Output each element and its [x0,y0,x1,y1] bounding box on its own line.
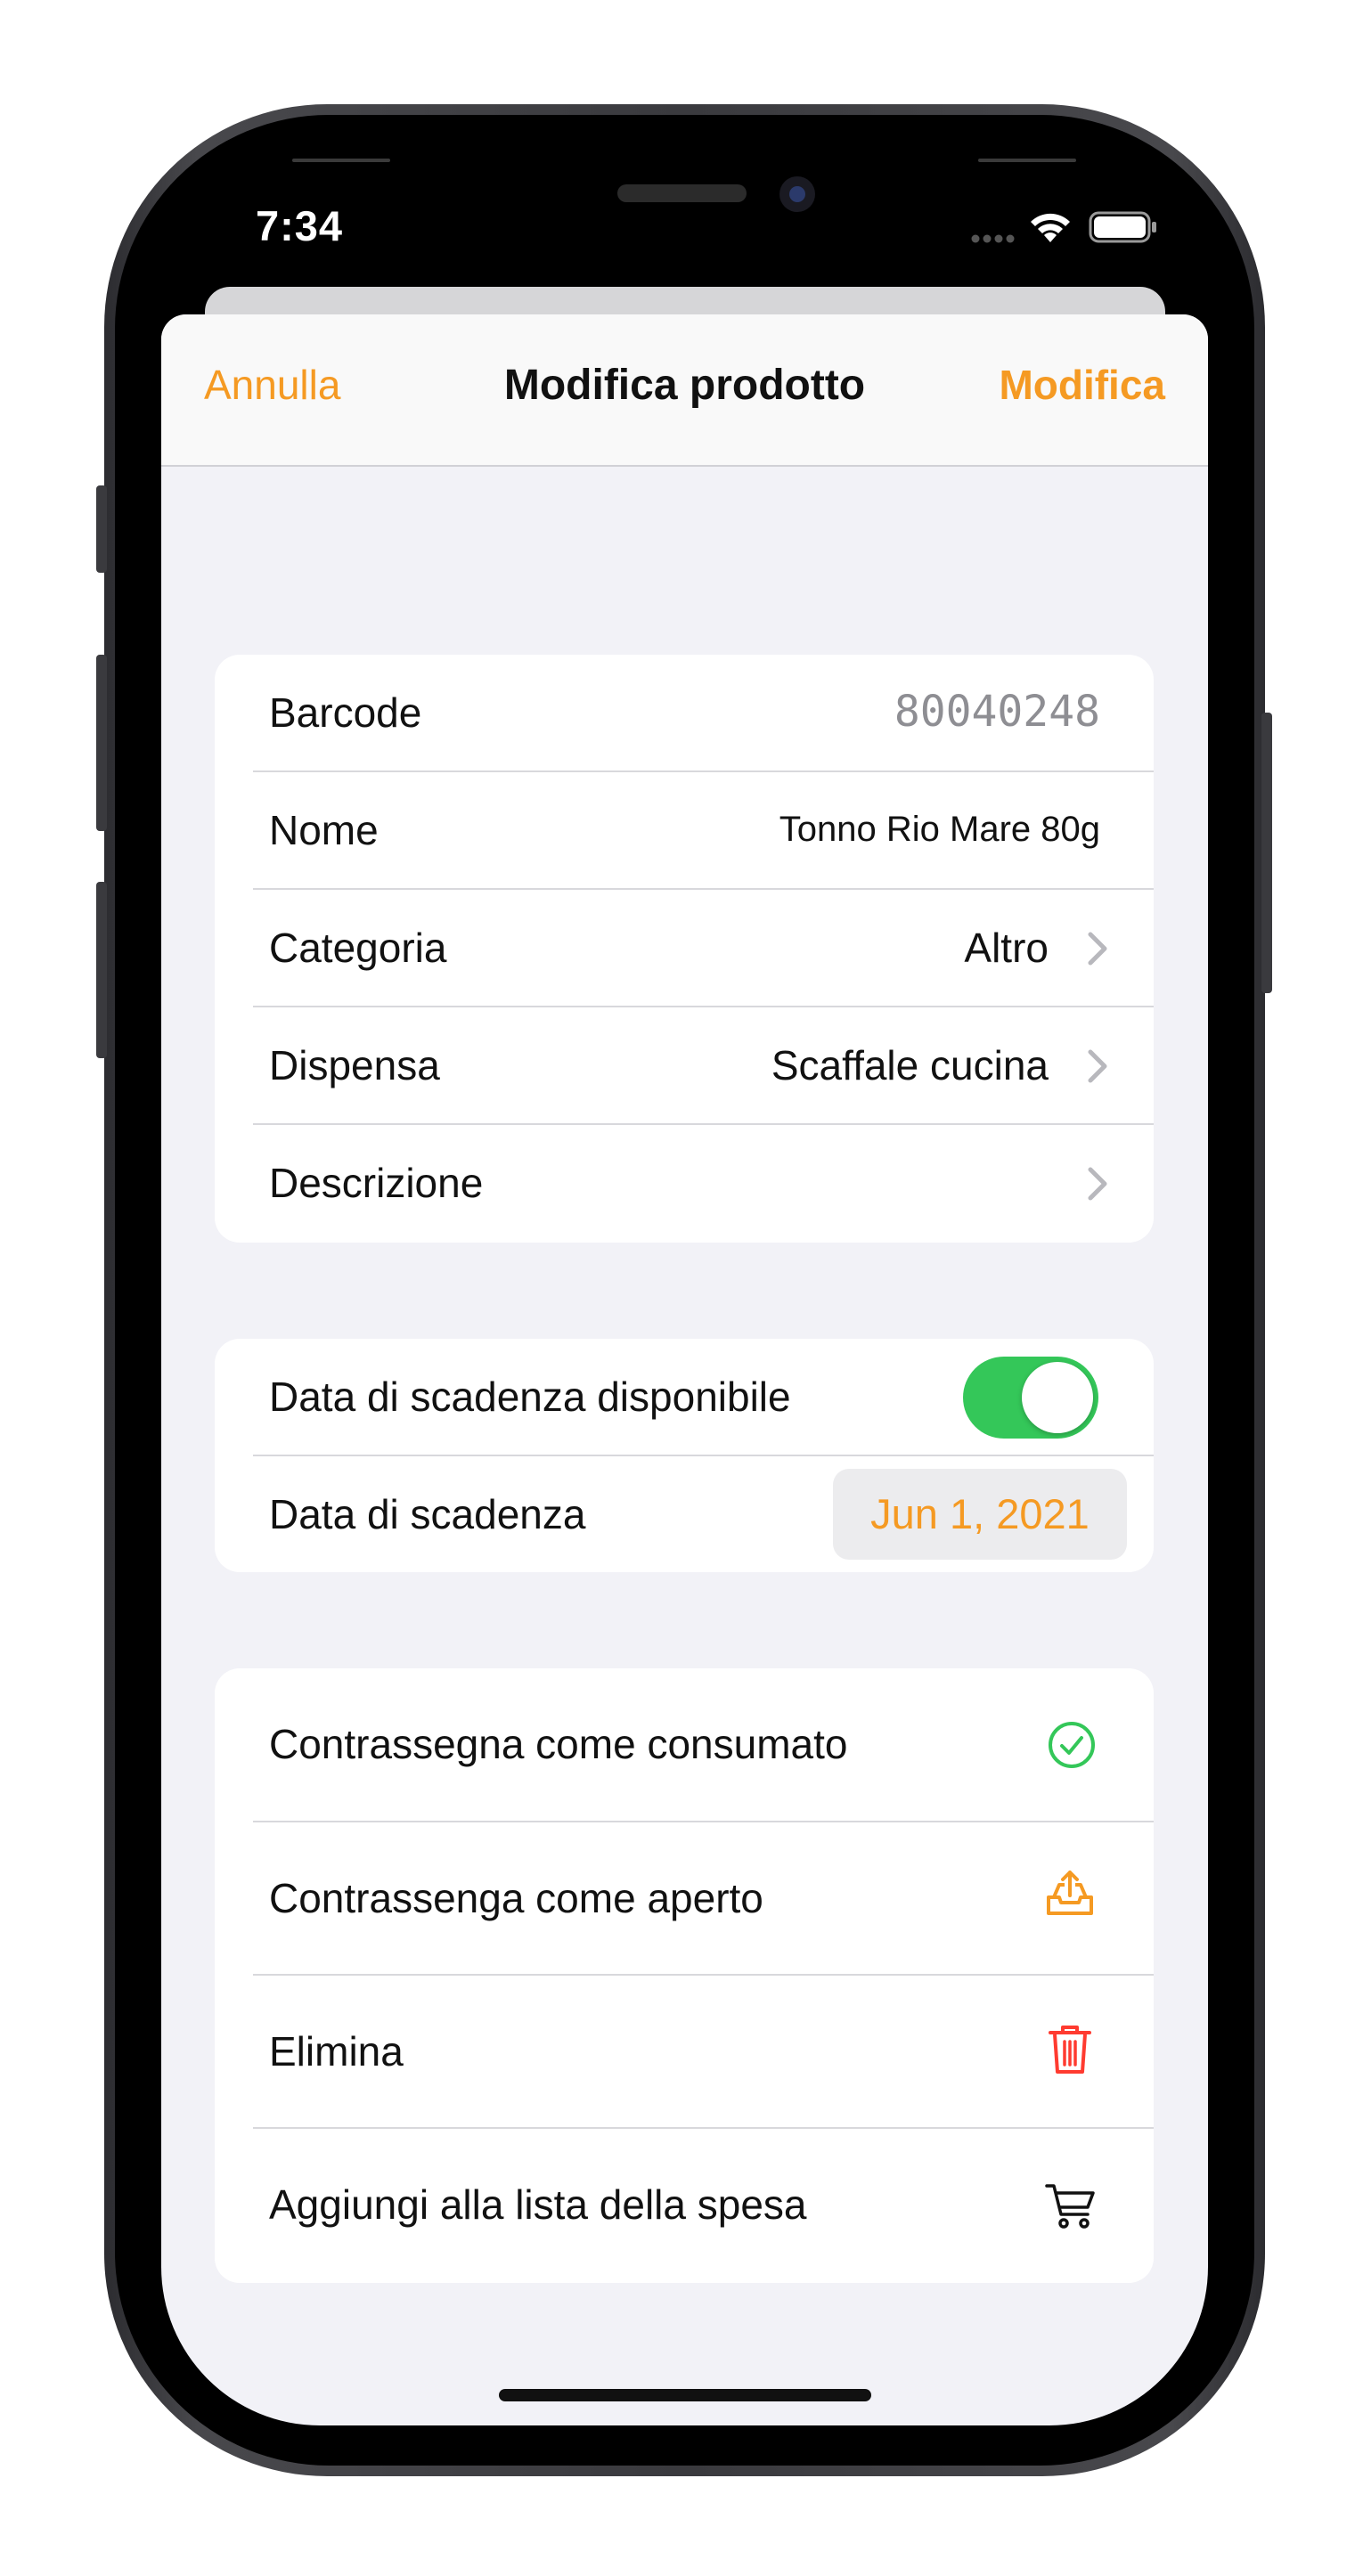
cart-icon [1045,2184,1095,2229]
checkmark-circle-icon [1049,1722,1095,1768]
tray-upload-icon [1047,1871,1093,1915]
signal-icon [971,234,1015,243]
expiry-group: Data di scadenza disponibile Data di sca… [215,1339,1154,1572]
add-to-shopping-list-label: Aggiungi alla lista della spesa [269,2181,807,2228]
name-input[interactable]: Tonno Rio Mare 80g [779,810,1100,850]
actions-group: Contrassegna come consumato Contrassenga… [215,1668,1154,2283]
chevron-right-icon [1088,932,1107,966]
description-row[interactable]: Descrizione [215,1125,1154,1242]
battery-icon [1089,211,1156,243]
screen: Annulla Modifica prodotto Modifica Barco… [161,314,1208,2425]
name-label: Nome [269,807,379,853]
pantry-value: Scaffale cucina [771,1042,1049,1088]
power-button [1261,713,1272,993]
front-camera [779,176,815,212]
mark-opened-label: Contrassenga come aperto [269,1875,763,1921]
mark-consumed-label: Contrassegna come consumato [269,1721,848,1767]
add-to-shopping-list-row[interactable]: Aggiungi alla lista della spesa [215,2129,1154,2283]
wifi-icon [1031,213,1070,242]
category-value: Altro [964,925,1049,971]
volume-up-button [96,655,107,831]
delete-row[interactable]: Elimina [215,1976,1154,2127]
expiry-available-row: Data di scadenza disponibile [215,1339,1154,1455]
delete-label: Elimina [269,2028,404,2075]
mark-consumed-row[interactable]: Contrassegna come consumato [215,1668,1154,1821]
expiry-date-picker[interactable]: Jun 1, 2021 [833,1469,1127,1560]
edit-button[interactable]: Modifica [999,361,1165,409]
barcode-row: Barcode 80040248 [215,655,1154,771]
pantry-label: Dispensa [269,1042,440,1088]
mute-switch [96,485,107,573]
pantry-row[interactable]: Dispensa Scaffale cucina [215,1007,1154,1124]
home-indicator[interactable] [499,2389,871,2401]
product-details-group: Barcode 80040248 Nome Tonno Rio Mare 80g… [215,655,1154,1243]
barcode-value: 80040248 [894,687,1100,737]
expiry-date-row: Data di scadenza Jun 1, 2021 [215,1456,1154,1572]
category-row[interactable]: Categoria Altro [215,890,1154,1007]
status-time: 7:34 [256,202,344,249]
expiry-available-toggle[interactable] [963,1357,1098,1439]
barcode-label: Barcode [269,689,422,736]
expiry-available-label: Data di scadenza disponibile [269,1374,791,1420]
category-label: Categoria [269,925,447,971]
antenna-line-left [292,159,390,162]
chevron-right-icon [1088,1167,1107,1201]
volume-down-button [96,882,107,1058]
toggle-knob [1022,1362,1093,1433]
chevron-right-icon [1088,1049,1107,1083]
navigation-bar: Annulla Modifica prodotto Modifica [161,314,1208,467]
antenna-line-right [978,159,1076,162]
trash-icon [1049,2026,1091,2074]
expiry-date-label: Data di scadenza [269,1491,586,1537]
name-row[interactable]: Nome Tonno Rio Mare 80g [215,772,1154,889]
earpiece-speaker [617,184,747,202]
description-label: Descrizione [269,1160,484,1206]
mark-opened-row[interactable]: Contrassenga come aperto [215,1822,1154,1974]
